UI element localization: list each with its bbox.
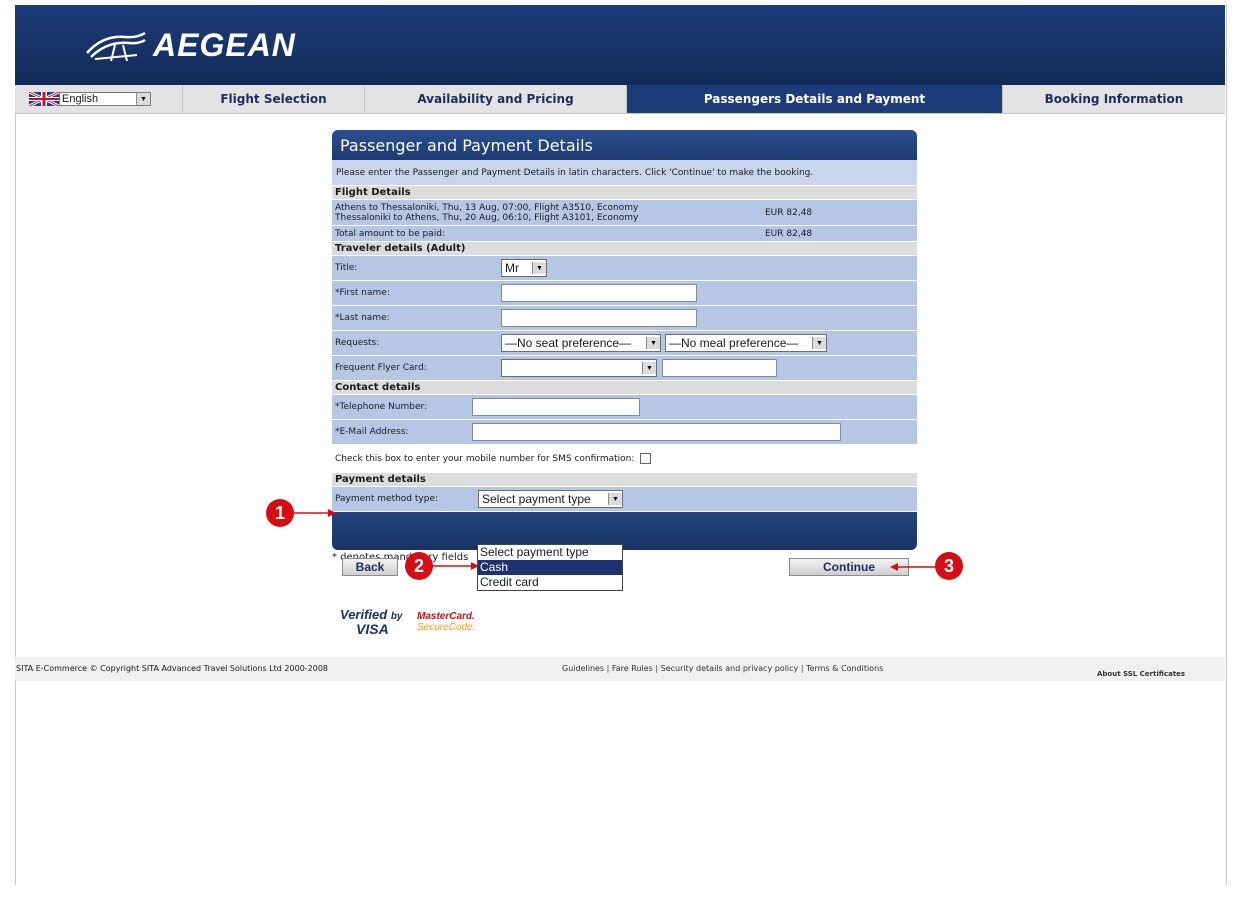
back-button[interactable]: Back: [342, 558, 398, 576]
frequent-flyer-row: Frequent Flyer Card: ▼: [332, 356, 917, 381]
language-dropdown[interactable]: English ▼: [59, 92, 151, 106]
privacy-policy-link[interactable]: Security details and privacy policy: [661, 664, 799, 673]
seat-preference-select[interactable]: —No seat preference— ▼: [501, 334, 661, 352]
sms-row: Check this box to enter your mobile numb…: [332, 445, 917, 473]
traveler-heading: Traveler details (Adult): [332, 242, 917, 256]
meal-preference-select[interactable]: —No meal preference— ▼: [665, 334, 827, 352]
visa-verified-text: Verified: [340, 607, 388, 622]
first-name-row: *First name:: [332, 281, 917, 306]
contact-heading: Contact details: [332, 381, 917, 395]
language-value: English: [62, 93, 99, 105]
chevron-down-icon[interactable]: ▼: [812, 337, 826, 349]
aegean-bird-icon: [86, 31, 146, 61]
footer-links: Guidelines | Fare Rules | Security detai…: [562, 664, 884, 673]
phone-row: *Telephone Number:: [332, 395, 917, 420]
email-input[interactable]: [472, 423, 841, 441]
tab-passengers-payment[interactable]: Passengers Details and Payment: [626, 85, 1002, 113]
payment-method-label: Payment method type:: [335, 494, 439, 504]
panel-title: Passenger and Payment Details: [332, 130, 917, 160]
fare-rules-link[interactable]: Fare Rules: [612, 664, 653, 673]
last-name-label: *Last name:: [335, 313, 390, 323]
requests-label: Requests:: [335, 338, 380, 348]
details-panel: Passenger and Payment Details Please ent…: [332, 130, 917, 563]
payment-option-cash[interactable]: Cash: [478, 560, 622, 575]
first-name-input[interactable]: [501, 284, 697, 302]
frequent-flyer-label: Frequent Flyer Card:: [335, 363, 427, 373]
payment-type-dropdown-list: Select payment type Cash Credit card: [477, 544, 623, 591]
chevron-down-icon[interactable]: ▼: [608, 493, 622, 505]
tab-flight-selection[interactable]: Flight Selection: [182, 85, 364, 113]
flight-details-heading: Flight Details: [332, 186, 917, 200]
payment-method-value: Select payment type: [482, 492, 591, 506]
title-select[interactable]: Mr ▼: [501, 259, 547, 277]
payment-method-select[interactable]: Select payment type ▼: [478, 490, 623, 508]
sms-label: Check this box to enter your mobile numb…: [335, 453, 635, 464]
meal-preference-value: —No meal preference—: [669, 336, 799, 350]
seat-preference-value: —No seat preference—: [505, 336, 632, 350]
payment-option-select[interactable]: Select payment type: [478, 545, 622, 560]
securecode-text: SecureCode.: [417, 622, 476, 633]
flight-outbound: Athens to Thessaloniki, Thu, 13 Aug, 07:…: [335, 202, 639, 213]
callout-marker-2: 2: [405, 552, 433, 580]
uk-flag-icon: [29, 92, 59, 106]
terms-link[interactable]: Terms & Conditions: [806, 664, 883, 673]
total-label: Total amount to be paid:: [335, 228, 445, 239]
flight-price: EUR 82,48: [765, 207, 813, 218]
callout-marker-3: 3: [935, 552, 963, 580]
callout-arrow-2-icon: [431, 562, 479, 570]
callout-arrow-1-icon: [292, 509, 336, 517]
title-label: Title:: [335, 263, 358, 273]
header-banner: AEGEAN: [15, 5, 1225, 85]
email-label: *E-Mail Address:: [335, 427, 409, 437]
flight-return: Thessaloniki to Athens, Thu, 20 Aug, 06:…: [335, 212, 639, 223]
language-selector[interactable]: English ▼: [15, 85, 182, 113]
last-name-input[interactable]: [501, 309, 697, 327]
mastercard-text: MasterCard.: [417, 611, 475, 622]
title-row: Title: Mr ▼: [332, 256, 917, 281]
frequent-flyer-number-input[interactable]: [662, 359, 777, 377]
total-row: Total amount to be paid: EUR 82,48: [332, 226, 917, 242]
phone-input[interactable]: [472, 398, 640, 416]
verified-by-visa-badge[interactable]: Verified by VISA: [340, 608, 403, 636]
ssl-certificates-link[interactable]: About SSL Certificates: [1097, 670, 1185, 678]
last-name-row: *Last name:: [332, 306, 917, 331]
intro-text: Please enter the Passenger and Payment D…: [332, 160, 917, 186]
tab-availability-pricing[interactable]: Availability and Pricing: [364, 85, 626, 113]
title-value: Mr: [505, 261, 519, 275]
first-name-label: *First name:: [335, 288, 390, 298]
mastercard-securecode-badge[interactable]: MasterCard. SecureCode.: [417, 611, 475, 633]
step-navigation: English ▼ Flight Selection Availability …: [15, 85, 1225, 114]
callout-arrow-3-icon: [890, 563, 936, 571]
chevron-down-icon[interactable]: ▼: [646, 337, 660, 349]
visa-text: VISA: [356, 621, 389, 637]
flight-itinerary-row: Athens to Thessaloniki, Thu, 13 Aug, 07:…: [332, 200, 917, 226]
total-value: EUR 82,48: [765, 228, 813, 239]
button-bar: [332, 512, 917, 550]
callout-marker-1: 1: [266, 499, 294, 527]
chevron-down-icon[interactable]: ▼: [642, 362, 656, 374]
email-row: *E-Mail Address:: [332, 420, 917, 445]
frequent-flyer-select[interactable]: ▼: [501, 359, 657, 377]
visa-by-text: by: [390, 611, 403, 622]
chevron-down-icon[interactable]: ▼: [532, 262, 546, 274]
tab-booking-information[interactable]: Booking Information: [1002, 85, 1225, 113]
sms-checkbox[interactable]: [640, 453, 652, 464]
chevron-down-icon[interactable]: ▼: [136, 93, 150, 105]
brand-logo[interactable]: AEGEAN: [85, 27, 296, 64]
phone-label: *Telephone Number:: [335, 402, 428, 412]
payment-method-row: Payment method type: Select payment type…: [332, 487, 917, 512]
payment-option-credit-card[interactable]: Credit card: [478, 575, 622, 590]
payment-heading: Payment details: [332, 473, 917, 487]
brand-name: AEGEAN: [153, 27, 296, 63]
guidelines-link[interactable]: Guidelines: [562, 664, 604, 673]
footer-copyright: SITA E-Commerce © Copyright SITA Advance…: [16, 664, 329, 673]
requests-row: Requests: —No seat preference— ▼ —No mea…: [332, 331, 917, 356]
